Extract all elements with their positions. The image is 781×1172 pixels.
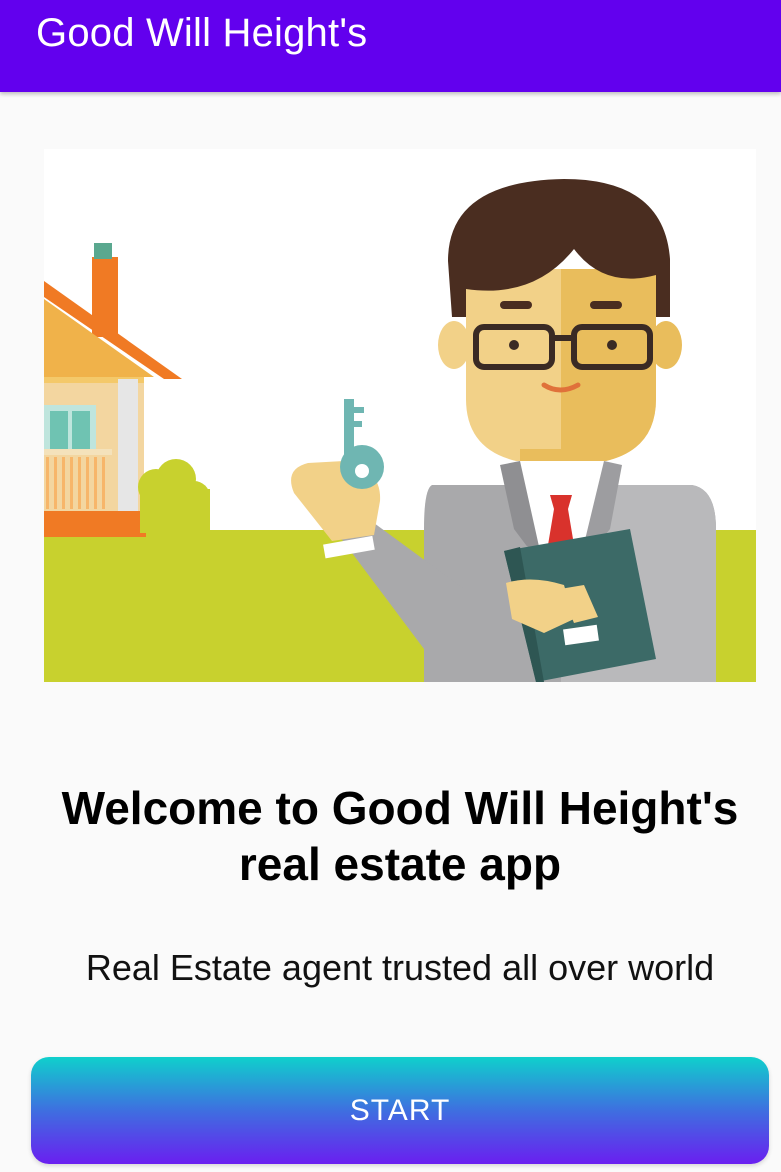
start-button[interactable]: START (31, 1057, 769, 1164)
welcome-heading-line2: real estate app (238, 838, 562, 890)
welcome-heading: Welcome to Good Will Height's real estat… (20, 780, 780, 892)
app-title: Good Will Height's (36, 11, 368, 55)
welcome-heading-line1: Welcome to Good Will Height's (61, 782, 739, 834)
tagline: Real Estate agent trusted all over world (85, 947, 715, 988)
app-bar: Good Will Height's (0, 0, 781, 92)
hero-illustration (44, 149, 756, 682)
